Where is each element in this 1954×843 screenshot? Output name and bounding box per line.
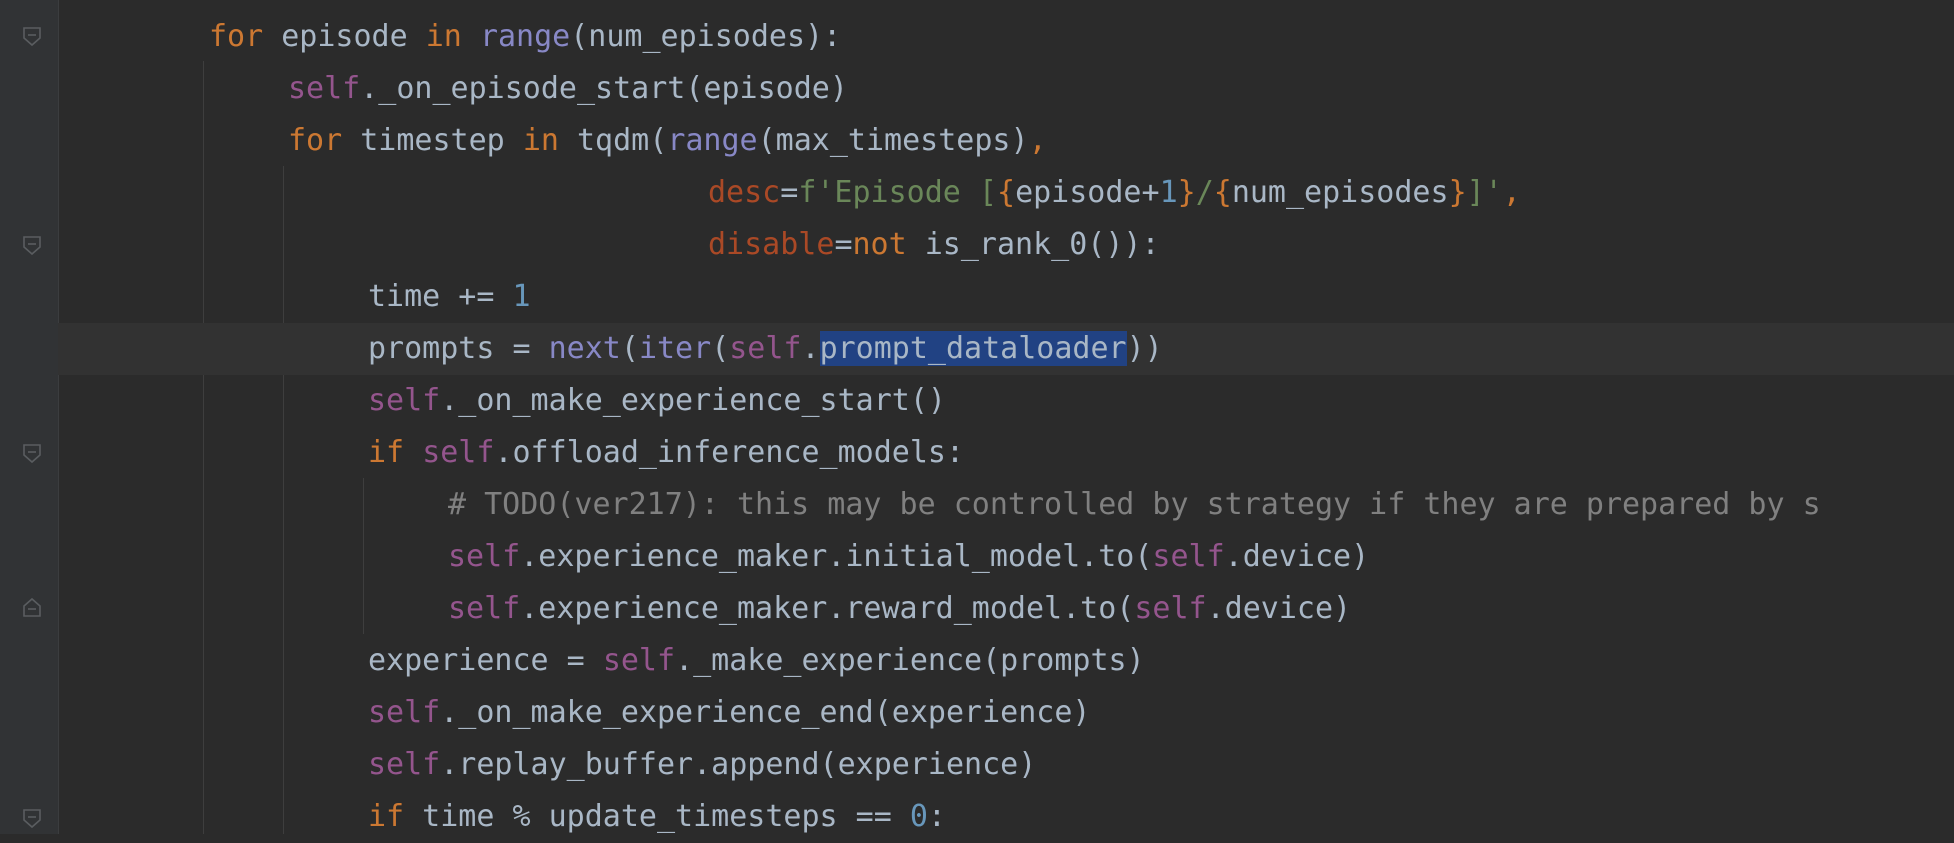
code-token: self (729, 331, 802, 366)
code-token: desc (708, 175, 781, 210)
code-token: )) (1126, 331, 1163, 366)
code-token: # TODO(ver217): this may be controlled b… (448, 487, 1821, 522)
code-token: experience = (368, 643, 603, 678)
code-token: ._make_experience(prompts) (675, 643, 1145, 678)
code-editor[interactable]: for episode in range(num_episodes): self… (58, 0, 1954, 834)
code-line[interactable]: for timestep in tqdm(range(max_timesteps… (58, 115, 1954, 167)
code-token: / (1195, 175, 1214, 210)
code-line[interactable]: # TODO(ver217): this may be controlled b… (58, 479, 1954, 531)
code-token: . (801, 331, 820, 366)
code-token: { (997, 175, 1016, 210)
code-line[interactable]: if self.offload_inference_models: (58, 427, 1954, 479)
code-token: = (834, 227, 853, 262)
code-token: prompts = (368, 331, 549, 366)
code-line[interactable]: self._on_make_experience_start() (58, 375, 1954, 427)
code-token: episode+ (1015, 175, 1160, 210)
fold-start-icon[interactable] (21, 808, 43, 830)
fold-start-icon[interactable] (21, 443, 43, 465)
code-token: time += (368, 279, 513, 314)
code-token: range (667, 123, 758, 158)
code-token: self (368, 383, 441, 418)
code-line[interactable]: self._on_episode_start(episode) (58, 63, 1954, 115)
code-token: num_episodes (1231, 175, 1449, 210)
code-token: ._on_episode_start(episode) (360, 71, 848, 106)
code-token: self (448, 591, 521, 626)
code-line[interactable]: self._on_make_experience_end(experience) (58, 687, 1954, 739)
code-token: for (209, 19, 264, 54)
code-token: self (288, 71, 361, 106)
code-token: for (288, 123, 343, 158)
code-token: (max_timesteps) (757, 123, 1029, 158)
code-token: , (1502, 175, 1521, 210)
code-token: disable (708, 227, 835, 262)
code-line[interactable]: disable=not is_rank_0()): (58, 219, 1954, 271)
code-token: self (1152, 539, 1225, 574)
code-token: time % update_timesteps == (404, 799, 910, 834)
code-token: in (522, 123, 559, 158)
code-token: .device) (1206, 591, 1352, 626)
code-token: if (368, 799, 405, 834)
code-line[interactable]: desc=f'Episode [{episode+1}/{num_episode… (58, 167, 1954, 219)
code-token: iter (638, 331, 712, 366)
code-line[interactable]: if time % update_timesteps == 0: (58, 791, 1954, 843)
code-token: self (422, 435, 495, 470)
code-token: ]' (1466, 175, 1503, 210)
code-token: is_rank_0()): (906, 227, 1160, 262)
code-token: not (852, 227, 907, 262)
code-token: range (479, 19, 571, 54)
code-token: .experience_maker.initial_model.to( (520, 539, 1153, 574)
code-token: } (1448, 175, 1467, 210)
code-line[interactable]: self.replay_buffer.append(experience) (58, 739, 1954, 791)
code-token: timestep (342, 123, 523, 158)
code-token: self (368, 747, 441, 782)
code-token: , (1028, 123, 1047, 158)
code-token: ._on_make_experience_start() (440, 383, 946, 418)
code-token: self (602, 643, 676, 678)
code-line[interactable]: self.experience_maker.initial_model.to(s… (58, 531, 1954, 583)
code-token: ( (711, 331, 730, 366)
code-token: 0 (909, 799, 928, 834)
code-token: ._on_make_experience_end(experience) (440, 695, 1091, 730)
code-token: 1 (512, 279, 531, 314)
selected-text: prompt_dataloader (819, 331, 1127, 366)
code-token: : (927, 799, 946, 834)
code-token: self (1134, 591, 1207, 626)
fold-start-icon[interactable] (21, 26, 43, 48)
code-token: if (368, 435, 405, 470)
code-token: .offload_inference_models: (494, 435, 965, 470)
code-line-current[interactable]: prompts = next(iter(self.prompt_dataload… (58, 323, 1954, 375)
code-token: tqdm( (558, 123, 668, 158)
code-token: } (1177, 175, 1196, 210)
code-line[interactable]: experience = self._make_experience(promp… (58, 635, 1954, 687)
code-token: .device) (1224, 539, 1370, 574)
code-token: .replay_buffer.append(experience) (440, 747, 1037, 782)
code-line[interactable]: time += 1 (58, 271, 1954, 323)
code-token: f'Episode [ (798, 175, 997, 210)
code-line[interactable]: self.experience_maker.reward_model.to(se… (58, 583, 1954, 635)
code-token: episode (263, 19, 426, 54)
code-token: 1 (1159, 175, 1178, 210)
code-token: in (425, 19, 462, 54)
fold-end-icon[interactable] (21, 596, 43, 618)
code-token: { (1213, 175, 1232, 210)
code-token: ( (620, 331, 639, 366)
code-token: self (448, 539, 521, 574)
code-token: = (780, 175, 799, 210)
code-token: .experience_maker.reward_model.to( (520, 591, 1135, 626)
code-token: next (548, 331, 621, 366)
code-token: (num_episodes): (570, 19, 842, 54)
code-line[interactable]: for episode in range(num_episodes): (58, 11, 1954, 63)
editor-gutter (0, 0, 59, 834)
code-token: self (368, 695, 441, 730)
fold-start-icon[interactable] (21, 235, 43, 257)
